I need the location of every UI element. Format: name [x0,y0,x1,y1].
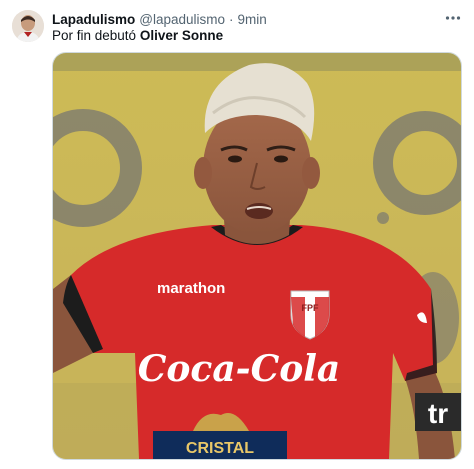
more-horizontal-icon [445,16,461,20]
author-name[interactable]: Lapadulismo [52,12,135,27]
timestamp[interactable]: 9min [238,12,267,27]
tweet-header: Lapadulismo @lapadulismo · 9min [52,9,444,29]
avatar-image [12,10,44,42]
jersey-brand-text: marathon [157,280,225,297]
tweet-media[interactable]: FPF marathon Coca-Cola CRISTAL tr [52,52,462,460]
avatar[interactable] [12,10,44,42]
player-photo: FPF marathon Coca-Cola CRISTAL tr [53,53,461,459]
tweet: Lapadulismo @lapadulismo · 9min Por fin … [0,0,474,469]
sponsor-text: Coca-Cola [138,348,341,390]
tweet-text: Por fin debutó Oliver Sonne [52,28,223,43]
tweet-text-bold: Oliver Sonne [139,28,224,43]
crest-text: FPF [302,303,320,313]
separator-dot: · [229,11,234,27]
watermark-text: tr [428,398,448,429]
author-handle[interactable]: @lapadulismo [139,12,225,27]
tweet-text-prefix: Por fin debutó [52,28,140,43]
bottom-sponsor-text: CRISTAL [186,440,254,457]
more-options-button[interactable] [440,6,466,30]
